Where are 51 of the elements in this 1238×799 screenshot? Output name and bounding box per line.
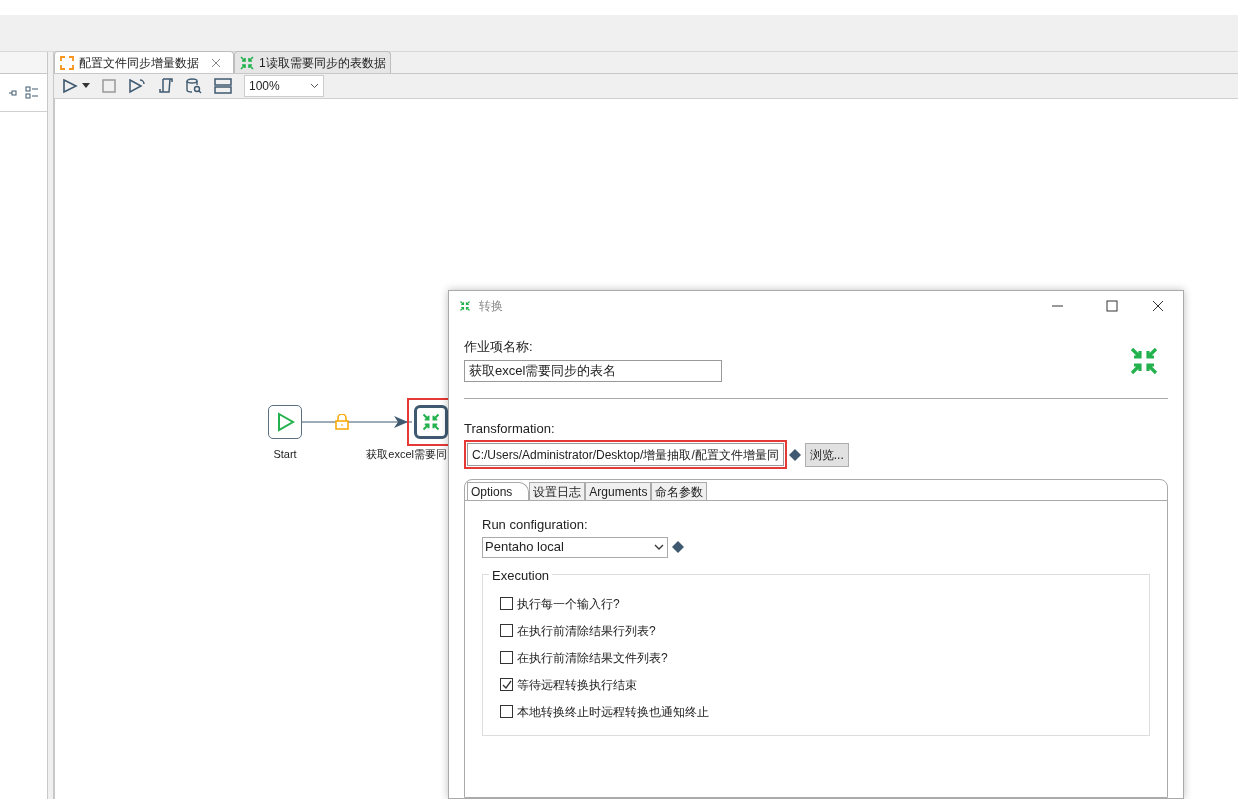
field-label: 作业项名称:	[464, 338, 534, 356]
zoom-value: 100%	[249, 78, 280, 95]
tab-label: 1读取需要同步的表数据	[259, 54, 386, 72]
node-label: Start	[273, 447, 297, 462]
checkbox[interactable]	[500, 705, 513, 718]
play-icon	[275, 412, 295, 432]
editor-tab[interactable]: 配置文件同步增量数据	[54, 51, 234, 73]
script-icon[interactable]	[158, 78, 174, 94]
variable-icon	[672, 541, 684, 553]
browse-button[interactable]: 浏览...	[804, 442, 849, 467]
arrows-inward-icon	[239, 54, 255, 71]
checkbox[interactable]	[500, 678, 513, 691]
checkbox[interactable]	[500, 624, 513, 637]
tab-label: 配置文件同步增量数据	[79, 54, 199, 72]
layout-icon[interactable]	[214, 78, 232, 94]
run-config-select[interactable]: Pentaho local	[482, 536, 668, 558]
list-icon	[25, 85, 39, 100]
dialog-tab[interactable]: 设置日志	[529, 482, 586, 500]
field-label: Transformation:	[464, 419, 556, 438]
checkbox-label: 在执行前清除结果行列表?	[517, 622, 656, 640]
editor-tab[interactable]: 1读取需要同步的表数据	[234, 51, 391, 73]
arrows-outward-icon	[59, 54, 75, 71]
dropdown-icon[interactable]	[82, 83, 90, 89]
name-field[interactable]: 获取excel需要同步的表名	[464, 359, 722, 382]
arrows-inward-icon	[421, 412, 441, 432]
check-icon	[501, 679, 512, 690]
database-search-icon[interactable]	[186, 78, 202, 94]
variable-icon	[788, 448, 801, 461]
checkbox-label: 执行每一个输入行?	[517, 595, 620, 613]
node-label: 获取excel需要同	[366, 447, 448, 462]
start-node[interactable]	[268, 405, 302, 439]
checkbox[interactable]	[500, 651, 513, 664]
run-icon[interactable]	[62, 78, 78, 94]
dialog-tab[interactable]: 命名参数	[651, 482, 708, 500]
replay-icon[interactable]	[128, 78, 146, 94]
arrows-inward-icon	[1128, 345, 1160, 377]
chevron-icon	[310, 83, 319, 89]
field-label: Run configuration:	[482, 516, 589, 534]
checkbox-label: 在执行前清除结果文件列表?	[517, 649, 668, 667]
transformation-node[interactable]	[414, 405, 448, 439]
select-value: Pentaho local	[485, 538, 564, 557]
window-title: 转换	[479, 298, 503, 315]
checkbox-label: 本地转换终止时远程转换也通知终止	[517, 703, 709, 721]
arrows-inward-icon	[459, 300, 471, 312]
zoom-select[interactable]: 100%	[244, 75, 324, 97]
checkbox-label: 等待远程转换执行结束	[517, 676, 637, 694]
checkbox[interactable]	[500, 597, 513, 610]
transformation-path-field[interactable]: C:/Users/Administrator/Desktop/增量抽取/配置文件增量同	[467, 443, 784, 466]
dialog-tab[interactable]: Arguments	[585, 482, 652, 500]
dialog-tab[interactable]: Options	[467, 482, 530, 500]
connector-icon	[9, 88, 17, 97]
